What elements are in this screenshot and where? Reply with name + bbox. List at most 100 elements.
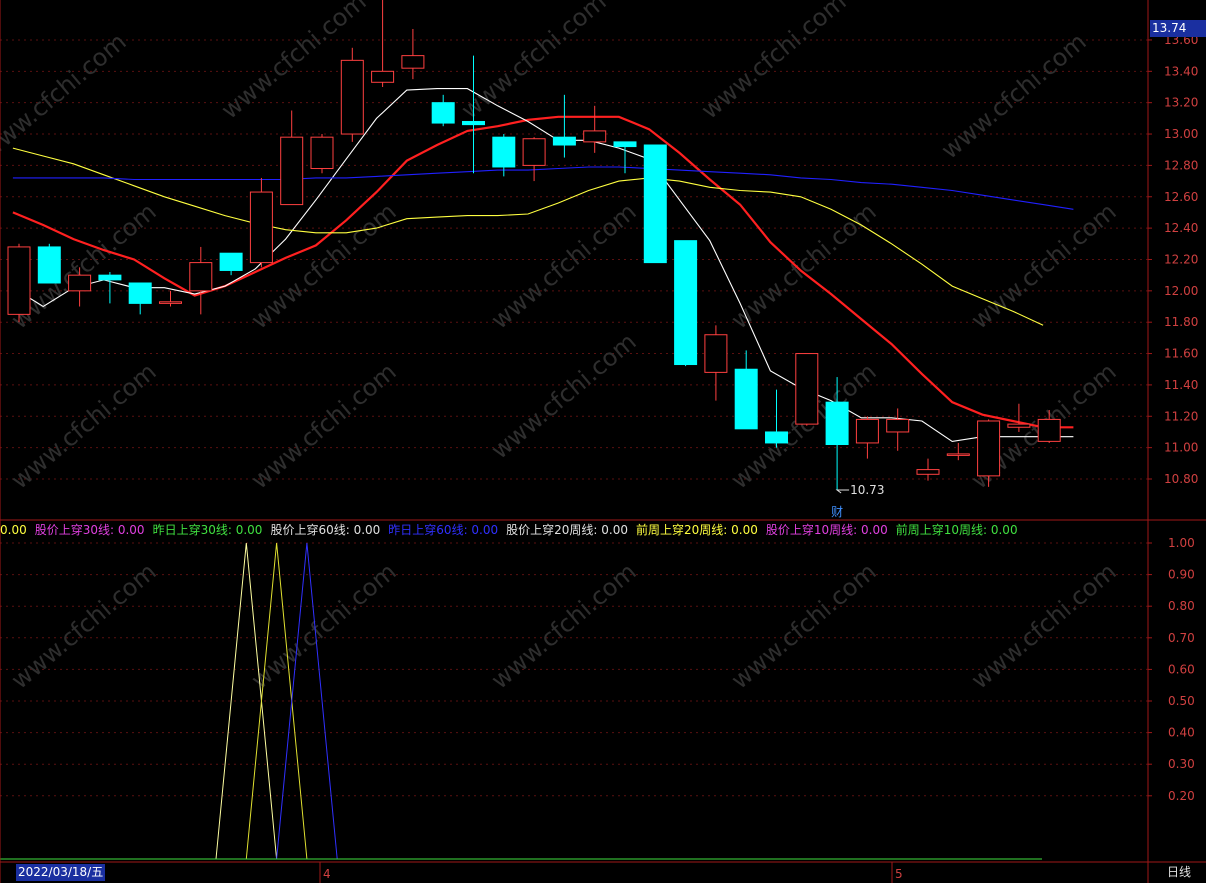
indicator-item: 0.00: [0, 523, 27, 537]
candle[interactable]: [704, 325, 728, 401]
candle[interactable]: [916, 458, 940, 481]
candle[interactable]: [7, 243, 31, 323]
candle[interactable]: [431, 94, 455, 127]
month-label: 4: [323, 867, 331, 881]
price-tick-label: 12.40: [1164, 221, 1198, 235]
indicator-item: 股价上穿20周线: 0.00: [506, 523, 629, 537]
candle-body: [613, 141, 637, 148]
moving-average-line: [12, 166, 1074, 210]
candle[interactable]: [280, 110, 304, 206]
candle-body: [98, 274, 122, 281]
candle[interactable]: [643, 144, 667, 264]
watermark-text: www.cfchi.com: [486, 197, 642, 334]
indicator-tick-label: 0.50: [1168, 694, 1195, 708]
low-marker-arrow: [835, 489, 850, 494]
watermark-text: www.cfchi.com: [966, 557, 1122, 694]
price-tick-label: 11.20: [1164, 409, 1198, 423]
indicator-tick-label: 0.20: [1168, 789, 1195, 803]
period-tab[interactable]: 日线: [1152, 864, 1206, 881]
candle[interactable]: [98, 272, 122, 304]
candle[interactable]: [855, 416, 879, 459]
candle-body: [552, 136, 576, 146]
candle[interactable]: [946, 442, 970, 461]
watermark-text: www.cfchi.com: [6, 357, 162, 494]
watermark-text: www.cfchi.com: [246, 557, 402, 694]
candle-body: [946, 453, 970, 456]
price-tick-label: 10.80: [1164, 472, 1198, 486]
candle-body: [916, 469, 940, 475]
candle-body: [68, 274, 92, 292]
candle[interactable]: [189, 246, 213, 315]
price-tick-label: 11.80: [1164, 315, 1198, 329]
watermark-text: www.cfchi.com: [6, 557, 162, 694]
candle[interactable]: [552, 94, 576, 158]
candle[interactable]: [522, 137, 546, 182]
watermark-text: www.cfchi.com: [456, 0, 612, 125]
candle-body: [674, 240, 698, 366]
event-marker: 财: [831, 505, 843, 519]
candle[interactable]: [765, 389, 788, 448]
candle-body: [189, 262, 213, 292]
candle[interactable]: [128, 282, 152, 315]
candle[interactable]: [583, 105, 607, 153]
candle-body: [855, 418, 879, 444]
watermark-text: www.cfchi.com: [0, 27, 132, 164]
price-tick-label: 12.00: [1164, 284, 1198, 298]
price-tick-label: 11.60: [1164, 347, 1198, 361]
watermark-text: www.cfchi.com: [936, 27, 1092, 164]
candle[interactable]: [159, 290, 182, 307]
indicator-item: 前周上穿10周线: 0.00: [895, 523, 1018, 537]
candle-body: [159, 301, 182, 304]
watermark-text: www.cfchi.com: [486, 557, 642, 694]
candle[interactable]: [371, 0, 395, 87]
indicator-item: 股价上穿60线: 0.00: [270, 523, 381, 537]
candle-body: [37, 246, 61, 284]
candle-body: [492, 136, 516, 168]
candle[interactable]: [1007, 403, 1031, 432]
candle[interactable]: [37, 243, 61, 284]
price-tick-label: 13.00: [1164, 127, 1198, 141]
watermark-text: www.cfchi.com: [966, 197, 1122, 334]
candle-body: [643, 144, 667, 264]
price-tick-label: 13.20: [1164, 96, 1198, 110]
candle[interactable]: [613, 141, 637, 174]
price-tick-label: 11.00: [1164, 441, 1198, 455]
indicator-item: 股价上穿30线: 0.00: [34, 523, 145, 537]
watermark-text: www.cfchi.com: [726, 197, 882, 334]
watermark-text: www.cfchi.com: [246, 357, 402, 494]
candle[interactable]: [674, 240, 698, 367]
candle-body: [583, 130, 607, 143]
price-tick-label: 12.20: [1164, 252, 1198, 266]
watermark-layer: www.cfchi.com www.cfchi.com www.cfchi.com w…: [0, 0, 1122, 695]
candle-body: [765, 431, 788, 444]
indicator-tick-label: 0.80: [1168, 599, 1195, 613]
candle-body: [280, 136, 304, 206]
indicator-tick-label: 0.40: [1168, 726, 1195, 740]
date-label: 2022/03/18/五: [16, 864, 106, 881]
price-tick-label: 13.40: [1164, 64, 1198, 78]
candle[interactable]: [219, 252, 243, 276]
indicator-tick-label: 0.70: [1168, 631, 1195, 645]
candle-body: [522, 138, 546, 166]
indicator-legend: 0.00 股价上穿30线: 0.00 昨日上穿30线: 0.00 股价上穿60线: 0…: [0, 521, 1026, 539]
candle[interactable]: [310, 134, 334, 174]
low-price-label: 10.73: [850, 483, 884, 497]
candle-body: [340, 59, 364, 135]
candle[interactable]: [340, 47, 364, 142]
candle[interactable]: [734, 350, 758, 430]
candle-body: [249, 191, 273, 264]
indicator-tick-label: 0.30: [1168, 757, 1195, 771]
candle[interactable]: [795, 353, 819, 426]
indicator-item: 昨日上穿30线: 0.00: [152, 523, 263, 537]
candle-body: [401, 55, 425, 69]
watermark-text: www.cfchi.com: [486, 327, 642, 464]
candle-body: [7, 246, 31, 315]
candle[interactable]: [886, 408, 910, 451]
indicator-tick-label: 0.60: [1168, 662, 1195, 676]
month-label: 5: [895, 867, 903, 881]
candle-body: [310, 136, 334, 170]
candle[interactable]: [249, 177, 273, 268]
price-tick-label: 11.40: [1164, 378, 1198, 392]
candle-body: [795, 353, 819, 425]
stock-chart[interactable]: www.cfchi.com www.cfchi.com www.cfchi.com w…: [0, 0, 1206, 883]
